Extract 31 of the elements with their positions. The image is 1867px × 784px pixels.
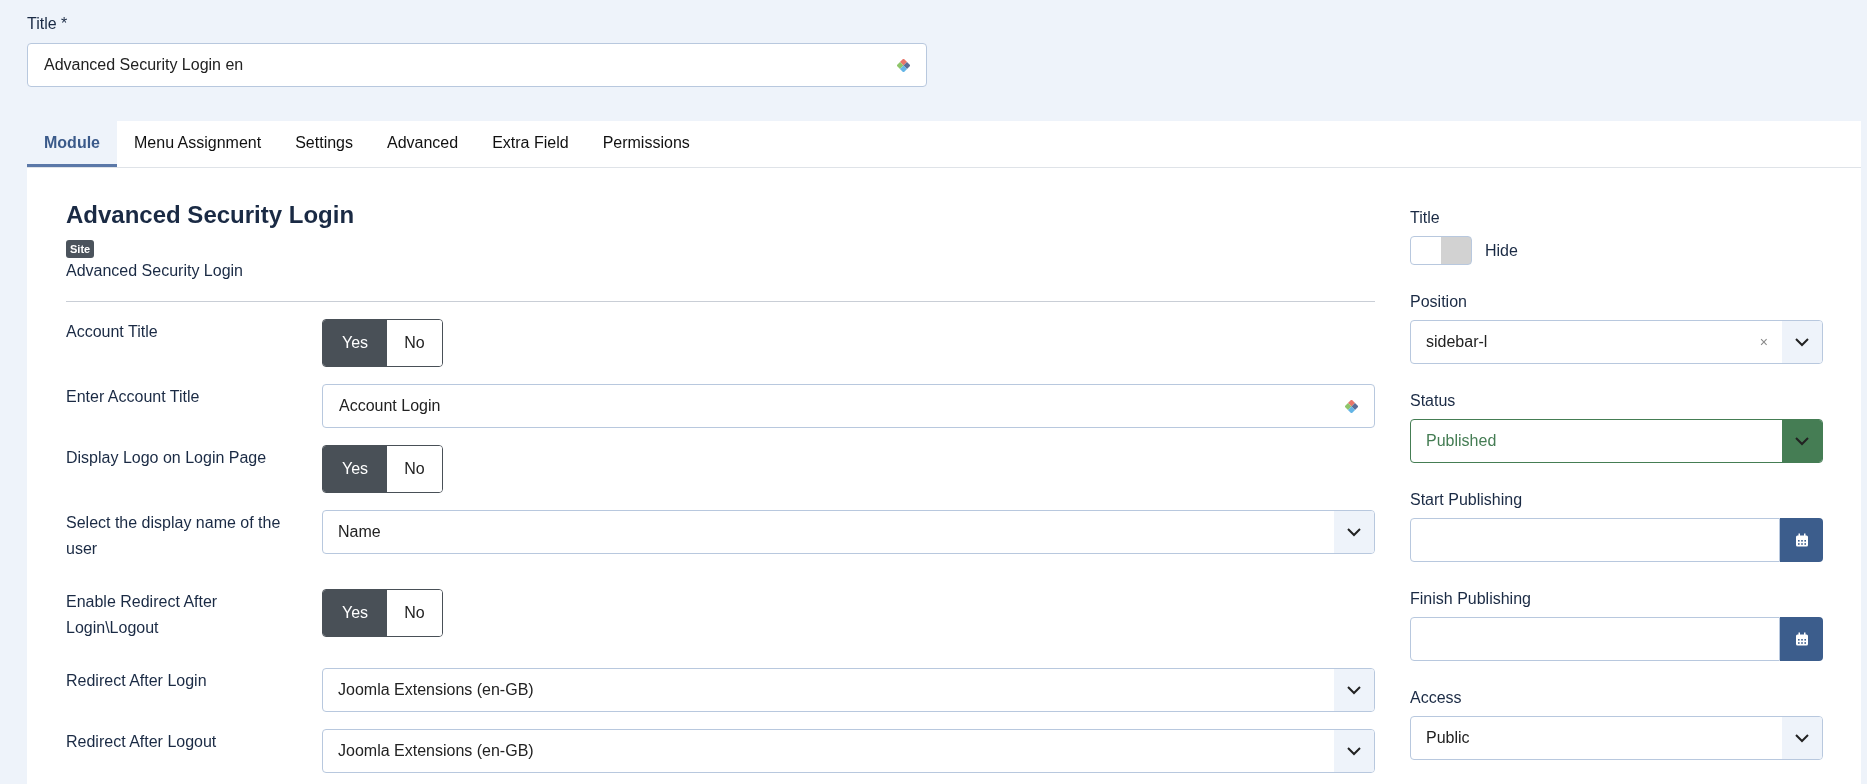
select-field[interactable]: Public — [1410, 716, 1823, 760]
toggle-option[interactable]: Yes — [323, 320, 387, 366]
field-label: Redirect After Logout — [66, 732, 218, 752]
text-field[interactable]: Account Login — [322, 384, 1375, 428]
module-description: Advanced Security Login — [66, 262, 244, 280]
field-label: Select the display name of the user — [66, 513, 282, 559]
field-label: Title * — [27, 14, 69, 34]
field-label: Status — [1410, 391, 1457, 410]
tab[interactable]: Module — [27, 121, 117, 167]
select-field[interactable]: sidebar-l × — [1410, 320, 1823, 364]
field-label: Enable Redirect After Login\Logout — [66, 592, 219, 638]
select-field[interactable]: Name — [322, 510, 1375, 554]
title-field[interactable]: Advanced Security Login en — [27, 43, 927, 87]
module-heading: Advanced Security Login — [66, 200, 356, 230]
field-label: Position — [1410, 292, 1468, 311]
select-field[interactable]: Joomla Extensions (en-GB) — [322, 668, 1375, 712]
field-label: Access — [1410, 688, 1463, 707]
site-badge: Site — [66, 240, 95, 258]
field-label: Title — [1410, 208, 1441, 227]
toggle-option[interactable]: Yes — [323, 590, 387, 636]
select-field[interactable]: Joomla Extensions (en-GB) — [322, 729, 1375, 773]
field-label: Enter Account Title — [66, 387, 201, 407]
clear-button[interactable]: × — [1759, 334, 1768, 350]
field-label: Account Title — [66, 322, 159, 342]
field-label: Start Publishing — [1410, 490, 1524, 509]
switch-label: Hide — [1485, 241, 1518, 260]
field-label: Finish Publishing — [1410, 589, 1532, 608]
toggle-option[interactable]: Yes — [323, 446, 387, 492]
field-label: Redirect After Login — [66, 671, 208, 691]
field-label: Display Logo on Login Page — [66, 448, 268, 468]
status-select[interactable]: Published — [1410, 419, 1823, 463]
